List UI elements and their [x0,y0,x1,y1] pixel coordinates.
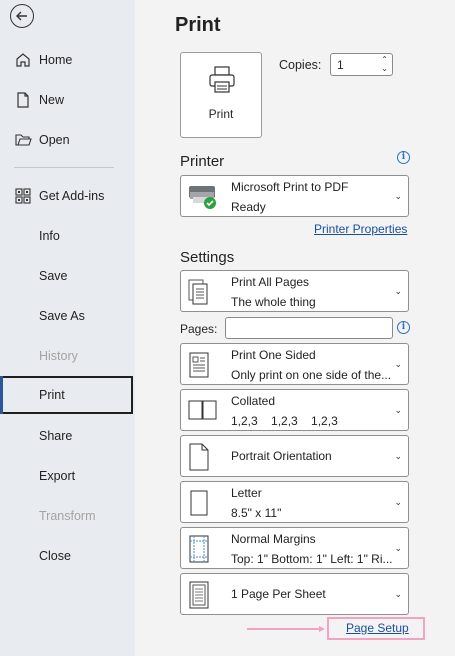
print-range-description: The whole thing [231,295,316,309]
print-range-dropdown[interactable]: Print All Pages The whole thing ⌄ [180,270,409,312]
sidebar-item-label: Home [39,53,73,67]
sidebar-item-export[interactable]: Export [0,457,133,495]
paper-size-description: 8.5" x 11" [231,506,282,520]
page-per-sheet-icon [187,580,211,615]
printer-status: Ready [231,200,266,214]
sides-label: Print One Sided [231,348,316,362]
sidebar-item-transform: Transform [0,497,133,535]
paper-icon [187,489,211,524]
chevron-down-icon: ⌄ [394,451,402,461]
chevron-down-icon: ⌄ [394,497,402,507]
print-range-label: Print All Pages [231,275,310,289]
margins-dropdown[interactable]: Normal Margins Top: 1" Bottom: 1" Left: … [180,527,409,569]
pointer-arrow-icon [247,626,325,632]
sidebar-item-label: History [39,349,78,363]
sidebar-item-label: Export [39,469,76,483]
chevron-down-icon: ⌄ [394,543,402,553]
sidebar-item-label: Share [39,429,73,443]
sidebar-item-save-as[interactable]: Save As [0,297,133,335]
backstage-sidebar: Home New Open Get Add-ins Info Save Save… [0,0,135,656]
pages-per-sheet-label: 1 Page Per Sheet [231,587,326,601]
sidebar-item-close[interactable]: Close [0,537,133,575]
chevron-down-icon: ⌄ [394,589,402,599]
sidebar-item-history: History [0,337,133,375]
settings-heading: Settings [180,249,235,266]
orientation-label: Portrait Orientation [231,449,332,463]
pages-stack-icon [187,278,211,313]
sides-description: Only print on one side of the... [231,368,392,382]
sidebar-item-label: Save As [39,309,85,323]
printer-properties-link[interactable]: Printer Properties [314,222,407,236]
margins-label: Normal Margins [231,532,316,546]
sides-dropdown[interactable]: Print One Sided Only print on one side o… [180,343,409,385]
spin-arrows-icon[interactable]: ⌃ ⌄ [381,55,388,73]
paper-size-dropdown[interactable]: Letter 8.5" x 11" ⌄ [180,481,409,523]
sidebar-item-label: Print [39,388,65,402]
sidebar-item-label: New [39,93,65,107]
chevron-down-icon: ⌄ [394,286,402,296]
info-icon[interactable]: i [397,151,410,164]
sidebar-item-label: Get Add-ins [39,189,105,203]
folder-open-icon [14,131,32,149]
sidebar-item-label: Info [39,229,60,243]
margins-description: Top: 1" Bottom: 1" Left: 1" Ri... [231,552,393,566]
copies-stepper[interactable]: 1 ⌃ ⌄ [330,53,393,76]
sidebar-item-get-add-ins[interactable]: Get Add-ins [0,177,133,215]
page-setup-link[interactable]: Page Setup [346,621,409,635]
print-button[interactable]: Print [180,52,262,138]
chevron-down-icon: ⌄ [394,191,402,201]
home-icon [14,51,32,69]
printer-dropdown[interactable]: Microsoft Print to PDF Ready ⌄ [180,175,409,217]
page-title: Print [175,14,221,36]
sidebar-item-home[interactable]: Home [0,41,133,79]
paper-size-label: Letter [231,486,262,500]
sidebar-item-label: Transform [39,509,96,523]
collation-description: 1,2,3 1,2,3 1,2,3 [231,414,338,428]
sidebar-item-open[interactable]: Open [0,121,133,159]
print-button-label: Print [208,107,234,121]
printer-name: Microsoft Print to PDF [231,180,349,194]
orientation-dropdown[interactable]: Portrait Orientation ⌄ [180,435,409,477]
back-arrow-icon[interactable] [10,4,34,28]
sidebar-item-save[interactable]: Save [0,257,133,295]
pages-input[interactable] [225,317,393,339]
sidebar-item-label: Close [39,549,71,563]
portrait-page-icon [187,442,211,477]
collation-label: Collated [231,394,276,408]
one-sided-icon [187,351,211,386]
pages-per-sheet-dropdown[interactable]: 1 Page Per Sheet ⌄ [180,573,409,615]
copies-value: 1 [337,58,344,72]
pages-label: Pages: [180,322,218,336]
sidebar-item-info[interactable]: Info [0,217,133,255]
margins-icon [187,534,211,569]
sidebar-item-label: Open [39,133,70,147]
printer-icon [209,66,235,93]
sidebar-divider [14,167,114,168]
chevron-down-icon: ⌄ [394,359,402,369]
new-document-icon [14,91,32,109]
info-icon[interactable]: i [397,321,410,334]
grid-icon [14,187,32,205]
sidebar-item-print[interactable]: Print [0,376,133,414]
sidebar-item-share[interactable]: Share [0,417,133,455]
sidebar-item-new[interactable]: New [0,81,133,119]
print-panel: Print Print Copies: 1 ⌃ ⌄ Printer i Micro… [135,0,455,656]
copies-label: Copies: [279,58,322,72]
chevron-down-icon: ⌄ [394,405,402,415]
printer-heading: Printer [180,153,225,170]
printer-ready-icon [187,183,219,216]
collated-icon [187,398,219,427]
sidebar-item-label: Save [39,269,68,283]
collation-dropdown[interactable]: Collated 1,2,3 1,2,3 1,2,3 ⌄ [180,389,409,431]
